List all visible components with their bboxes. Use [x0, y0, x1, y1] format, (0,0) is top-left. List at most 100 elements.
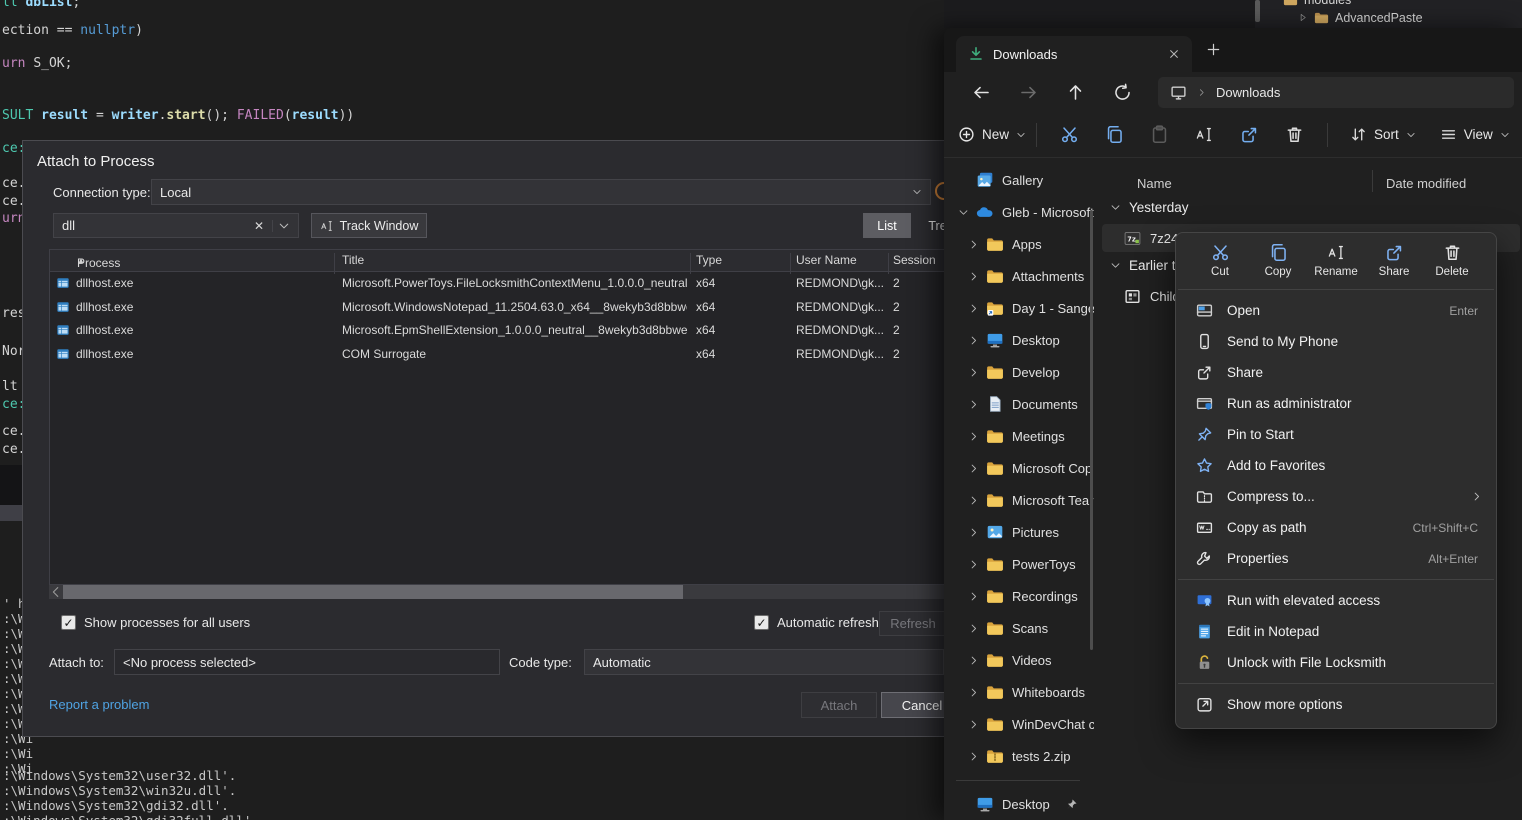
report-problem-link[interactable]: Report a problem [49, 697, 149, 712]
table-row[interactable]: dllhost.exe Microsoft.PowerToys.FileLock… [50, 272, 944, 296]
breadcrumb[interactable]: Downloads [1216, 85, 1280, 100]
chevron-icon[interactable] [968, 655, 979, 666]
collapse-icon[interactable] [1110, 202, 1121, 213]
chevron-icon[interactable] [968, 687, 979, 698]
attach-button[interactable]: Attach [801, 692, 877, 718]
menu-item[interactable]: Compress to... [1176, 481, 1496, 512]
chevron-icon[interactable] [968, 591, 979, 602]
sidebar-item[interactable]: WinDevChat c [944, 708, 1094, 740]
menu-item[interactable]: Copy as path Ctrl+Shift+C [1176, 512, 1496, 543]
menu-item[interactable]: Unlock with File Locksmith [1176, 647, 1496, 678]
sidebar-item[interactable]: PowerToys [944, 548, 1094, 580]
quick-action-button[interactable]: Rename [1310, 243, 1362, 278]
menu-item[interactable]: Run as administrator [1176, 388, 1496, 419]
chevron-icon[interactable] [968, 463, 979, 474]
chevron-icon[interactable] [958, 175, 969, 186]
cut-button[interactable] [1060, 125, 1079, 144]
menu-item[interactable]: Open Enter [1176, 295, 1496, 326]
sidebar-item[interactable]: tests 2.zip [944, 740, 1094, 772]
sidebar-item[interactable]: Gleb - Microsoft [944, 196, 1094, 228]
table-row[interactable]: dllhost.exe Microsoft.EpmShellExtension_… [50, 319, 944, 343]
horizontal-scrollbar[interactable] [49, 585, 945, 599]
sidebar-item[interactable]: Recordings [944, 580, 1094, 612]
chevron-icon[interactable] [968, 559, 979, 570]
tab-downloads[interactable]: Downloads [956, 36, 1192, 72]
chevron-icon[interactable] [968, 719, 979, 730]
connection-type-dropdown[interactable]: Local [151, 179, 931, 205]
column-name[interactable]: Name [1137, 176, 1172, 191]
new-button[interactable]: New [958, 126, 1026, 143]
up-icon[interactable] [1066, 83, 1085, 102]
filter-dropdown-icon[interactable] [272, 220, 290, 232]
chevron-icon[interactable] [958, 207, 969, 218]
group-earlier[interactable]: Earlier t [1110, 258, 1176, 273]
sidebar-item[interactable]: Attachments [944, 260, 1094, 292]
close-tab-icon[interactable] [1168, 48, 1180, 60]
address-input[interactable]: Downloads [1158, 77, 1514, 108]
table-row[interactable]: dllhost.exe COM Surrogate x64 REDMOND\gk… [50, 343, 944, 367]
chevron-icon[interactable] [968, 271, 979, 282]
view-button[interactable]: View [1440, 126, 1510, 143]
track-window-button[interactable]: Track Window [311, 213, 427, 238]
chevron-icon[interactable] [968, 431, 979, 442]
sidebar-scrollbar[interactable] [1090, 210, 1093, 650]
sidebar-item[interactable]: Desktop [944, 324, 1094, 356]
quick-action-button[interactable]: Delete [1426, 243, 1478, 278]
chevron-icon[interactable] [958, 799, 969, 810]
clear-filter-icon[interactable]: ✕ [254, 219, 264, 233]
chevron-icon[interactable] [968, 303, 979, 314]
menu-item[interactable]: Pin to Start [1176, 419, 1496, 450]
chevron-icon[interactable] [968, 399, 979, 410]
rename-button[interactable] [1195, 125, 1214, 144]
auto-refresh-checkbox[interactable]: ✓ Automatic refresh [754, 615, 879, 630]
paste-button[interactable] [1150, 125, 1169, 144]
refresh-button[interactable]: Refresh [879, 611, 947, 636]
chevron-icon[interactable] [968, 367, 979, 378]
new-tab-icon[interactable] [1206, 42, 1221, 57]
process-filter-input[interactable]: dll ✕ [53, 213, 299, 238]
scroll-left-icon[interactable] [49, 585, 63, 599]
chevron-icon[interactable] [968, 239, 979, 250]
sidebar-item[interactable]: Pictures [944, 516, 1094, 548]
collapse-icon[interactable] [1110, 260, 1121, 271]
output-splitter[interactable] [0, 505, 22, 521]
menu-item[interactable]: Share [1176, 357, 1496, 388]
sort-button[interactable]: Sort [1350, 126, 1416, 143]
group-yesterday[interactable]: Yesterday [1110, 200, 1189, 215]
quick-action-button[interactable]: Cut [1194, 243, 1246, 278]
sidebar-item[interactable]: Videos [944, 644, 1094, 676]
delete-button[interactable] [1285, 125, 1304, 144]
sidebar-item[interactable]: Meetings [944, 420, 1094, 452]
code-type-dropdown[interactable]: Automatic [584, 649, 944, 675]
scrollbar-thumb[interactable] [63, 585, 683, 599]
chevron-icon[interactable] [968, 751, 979, 762]
table-row[interactable]: dllhost.exe Microsoft.WindowsNotepad_11.… [50, 296, 944, 320]
sidebar-item[interactable]: Microsoft Tear [944, 484, 1094, 516]
forward-icon[interactable] [1019, 83, 1038, 102]
menu-item[interactable]: Add to Favorites [1176, 450, 1496, 481]
sidebar-item[interactable]: Whiteboards [944, 676, 1094, 708]
sidebar-item[interactable]: Documents [944, 388, 1094, 420]
sidebar-item[interactable]: Desktop [944, 788, 1094, 820]
menu-item[interactable]: Edit in Notepad [1176, 616, 1496, 647]
process-table-header[interactable]: Process ▲ Title Type User Name Session [50, 250, 944, 272]
chevron-icon[interactable] [968, 623, 979, 634]
scrollbar-thumb[interactable] [1255, 0, 1260, 22]
copy-button[interactable] [1105, 125, 1124, 144]
chevron-icon[interactable] [968, 495, 979, 506]
refresh-icon[interactable] [1113, 83, 1132, 102]
sidebar-item[interactable]: Day 1 - Sangee [944, 292, 1094, 324]
sidebar-item[interactable]: Apps [944, 228, 1094, 260]
chevron-icon[interactable] [968, 335, 979, 346]
back-icon[interactable] [972, 83, 991, 102]
quick-action-button[interactable]: Share [1368, 243, 1420, 278]
sidebar-item[interactable]: Scans [944, 612, 1094, 644]
list-view-button[interactable]: List [863, 213, 911, 238]
sidebar-item[interactable]: Develop [944, 356, 1094, 388]
tree-item-advancedpaste[interactable]: AdvancedPaste [1297, 10, 1423, 25]
menu-item[interactable]: Send to My Phone [1176, 326, 1496, 357]
chevron-icon[interactable] [968, 527, 979, 538]
sidebar-item[interactable]: Microsoft Cop [944, 452, 1094, 484]
menu-item[interactable]: Properties Alt+Enter [1176, 543, 1496, 574]
share-button[interactable] [1240, 125, 1259, 144]
